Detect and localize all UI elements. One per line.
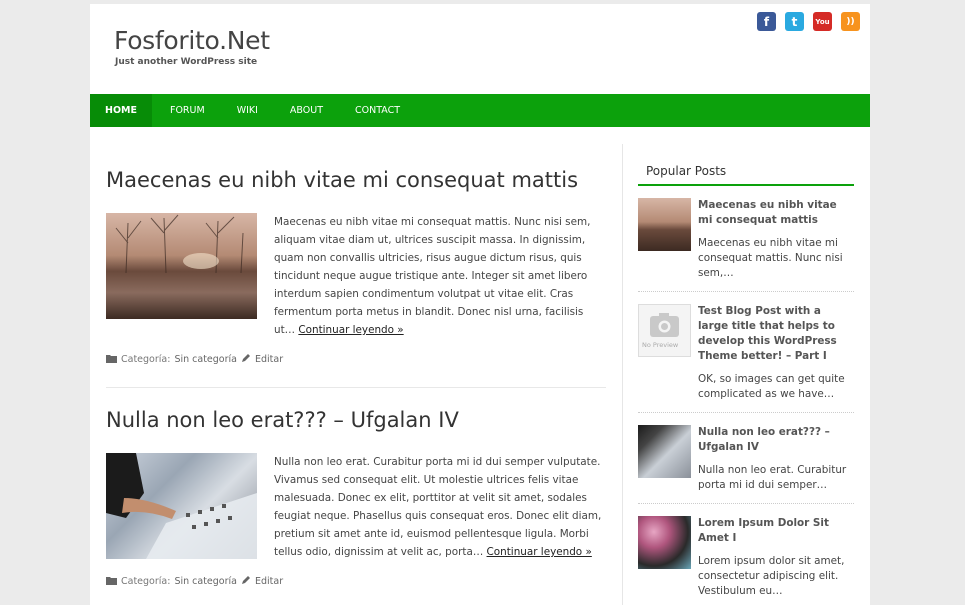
post: Nulla non leo erat??? – Ufgalan IV Nulla… [106,408,606,588]
read-more-link[interactable]: Continuar leyendo » [487,546,592,558]
site-tagline: Just another WordPress site [115,57,258,67]
post-thumbnail[interactable] [106,453,257,559]
site-title[interactable]: Fosforito.Net [114,26,270,55]
popular-post-thumbnail[interactable] [638,516,691,569]
post-meta: Categoría: Sin categoría Editar [106,353,606,366]
edit-link[interactable]: Editar [255,354,283,365]
edit-link[interactable]: Editar [255,576,283,587]
post-excerpt: Maecenas eu nibh vitae mi consequat matt… [274,216,591,336]
pencil-icon [241,575,251,588]
main-content: Maecenas eu nibh vitae mi consequat matt… [106,144,606,605]
post-title[interactable]: Maecenas eu nibh vitae mi consequat matt… [106,168,606,192]
twitter-icon[interactable]: t [785,12,804,31]
social-links: f t You )) [757,12,860,31]
popular-post-excerpt: Lorem ipsum dolor sit amet, consectetur … [698,555,845,597]
popular-post-item: No Preview Test Blog Post with a large t… [638,292,854,413]
nav-item-contact[interactable]: Contact [339,94,416,127]
popular-post-title[interactable]: Lorem Ipsum Dolor Sit Amet I [698,516,854,546]
popular-post-excerpt: Nulla non leo erat. Curabitur porta mi i… [698,464,847,491]
category-link[interactable]: Sin categoría [174,354,237,365]
popular-post-title[interactable]: Maecenas eu nibh vitae mi consequat matt… [698,198,854,228]
folder-icon [106,354,117,366]
popular-post-thumbnail[interactable] [638,425,691,478]
nav-item-wiki[interactable]: Wiki [221,94,274,127]
pencil-icon [241,353,251,366]
category-label: Categoría: [121,576,171,587]
popular-post-title[interactable]: Test Blog Post with a large title that h… [698,304,854,364]
rss-icon[interactable]: )) [841,12,860,31]
post-title[interactable]: Nulla non leo erat??? – Ufgalan IV [106,408,606,432]
popular-post-thumbnail[interactable]: No Preview [638,304,691,357]
popular-post-title[interactable]: Nulla non leo erat??? – Ufgalan IV [698,425,854,455]
popular-post-excerpt: Maecenas eu nibh vitae mi consequat matt… [698,237,843,279]
popular-post-excerpt: OK, so images can get quite complicated … [698,373,845,400]
nav-item-home[interactable]: Home [90,94,152,127]
folder-icon [106,576,117,588]
sidebar-divider [622,144,623,605]
nav-item-about[interactable]: About [274,94,339,127]
category-link[interactable]: Sin categoría [174,576,237,587]
post-meta: Categoría: Sin categoría Editar [106,575,606,588]
youtube-icon[interactable]: You [813,12,832,31]
post-excerpt: Nulla non leo erat. Curabitur porta mi i… [274,456,602,558]
page: Fosforito.Net Just another WordPress sit… [90,4,870,605]
no-preview-label: No Preview [642,341,679,349]
category-label: Categoría: [121,354,171,365]
read-more-link[interactable]: Continuar leyendo » [298,324,403,336]
widget-title: Popular Posts [638,164,854,186]
post-divider [106,387,606,388]
sidebar: Popular Posts Maecenas eu nibh vitae mi … [638,164,854,605]
popular-post-item: Maecenas eu nibh vitae mi consequat matt… [638,186,854,292]
nav-item-forum[interactable]: Forum [154,94,221,127]
popular-post-item: Lorem Ipsum Dolor Sit Amet I Lorem ipsum… [638,504,854,605]
post: Maecenas eu nibh vitae mi consequat matt… [106,168,606,366]
popular-post-thumbnail[interactable] [638,198,691,251]
main-nav: Home Forum Wiki About Contact [90,94,870,127]
popular-post-item: Nulla non leo erat??? – Ufgalan IV Nulla… [638,413,854,504]
post-thumbnail[interactable] [106,213,257,319]
facebook-icon[interactable]: f [757,12,776,31]
